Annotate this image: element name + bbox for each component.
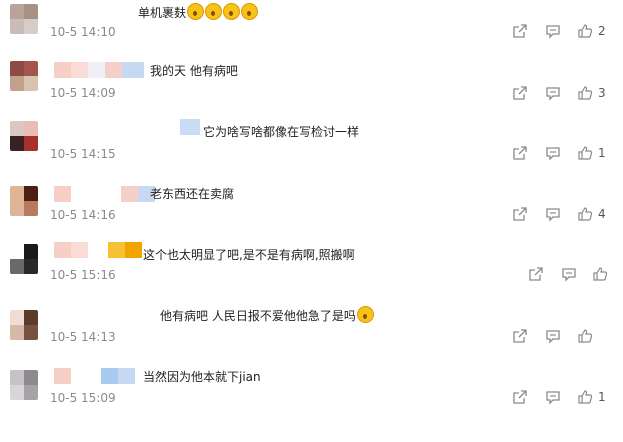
- timestamp: 10-5 14:09: [50, 86, 116, 100]
- comment-text: 他有病吧 人民日报不爱他他急了是吗: [160, 306, 374, 324]
- username-blurred[interactable]: [54, 62, 144, 78]
- comment-icon[interactable]: [545, 328, 561, 344]
- shocked-emoji-icon: [187, 3, 205, 20]
- comment-text: 单机裹麸: [138, 3, 259, 21]
- comment-text: 当然因为他本就下jian: [143, 370, 261, 384]
- thumbs-up-icon[interactable]: [577, 23, 593, 39]
- comment-text: 这个也太明显了吧,是不是有病啊,照搬啊: [143, 248, 355, 262]
- timestamp: 10-5 14:16: [50, 208, 116, 222]
- comment-text: 它为啥写啥都像在写检讨一样: [203, 125, 360, 139]
- share-icon[interactable]: [512, 389, 528, 405]
- share-icon[interactable]: [512, 206, 528, 222]
- shocked-emoji-icon: [205, 3, 223, 20]
- comment-actions: 1: [512, 389, 612, 405]
- comment-text: 老东西还在卖腐: [150, 187, 235, 201]
- thumbs-up-icon[interactable]: [577, 328, 593, 344]
- comment-actions: 3: [512, 85, 612, 101]
- share-icon[interactable]: [512, 328, 528, 344]
- avatar[interactable]: [10, 4, 38, 34]
- comment-icon[interactable]: [545, 85, 561, 101]
- crying-emoji-icon: [356, 306, 374, 323]
- comment-text: 我的天 他有病吧: [150, 64, 238, 78]
- share-icon[interactable]: [528, 266, 544, 282]
- comment-actions: 2: [512, 23, 612, 39]
- timestamp: 10-5 15:09: [50, 391, 116, 405]
- like-count: 1: [598, 390, 606, 404]
- username-blurred[interactable]: [180, 119, 200, 135]
- comment-actions: 1: [512, 145, 612, 161]
- thumbs-up-icon[interactable]: [577, 206, 593, 222]
- avatar[interactable]: [10, 121, 38, 151]
- comment-icon[interactable]: [545, 145, 561, 161]
- share-icon[interactable]: [512, 23, 528, 39]
- thumbs-up-icon[interactable]: [577, 389, 593, 405]
- thumbs-up-icon[interactable]: [577, 85, 593, 101]
- like-count: 4: [598, 207, 606, 221]
- timestamp: 10-5 14:10: [50, 25, 116, 39]
- comment-icon[interactable]: [545, 206, 561, 222]
- username-blurred[interactable]: [54, 186, 155, 202]
- timestamp: 10-5 15:16: [50, 268, 116, 282]
- username-blurred[interactable]: [54, 242, 142, 258]
- avatar[interactable]: [10, 186, 38, 216]
- shocked-emoji-icon: [241, 3, 259, 20]
- timestamp: 10-5 14:13: [50, 330, 116, 344]
- timestamp: 10-5 14:15: [50, 147, 116, 161]
- like-count: 3: [598, 86, 606, 100]
- thumbs-up-icon[interactable]: [577, 145, 593, 161]
- username-blurred[interactable]: [54, 368, 135, 384]
- like-count: 2: [598, 24, 606, 38]
- comment-icon[interactable]: [561, 266, 577, 282]
- thumbs-up-icon[interactable]: [592, 266, 608, 282]
- comment-icon[interactable]: [545, 389, 561, 405]
- comment-actions: 4: [512, 206, 612, 222]
- avatar[interactable]: [10, 310, 38, 340]
- comment-actions: [512, 328, 612, 344]
- comment-icon[interactable]: [545, 23, 561, 39]
- avatar[interactable]: [10, 244, 38, 274]
- comment-actions: [528, 266, 618, 282]
- avatar[interactable]: [10, 370, 38, 400]
- like-count: 1: [598, 146, 606, 160]
- share-icon[interactable]: [512, 145, 528, 161]
- share-icon[interactable]: [512, 85, 528, 101]
- shocked-emoji-icon: [223, 3, 241, 20]
- avatar[interactable]: [10, 61, 38, 91]
